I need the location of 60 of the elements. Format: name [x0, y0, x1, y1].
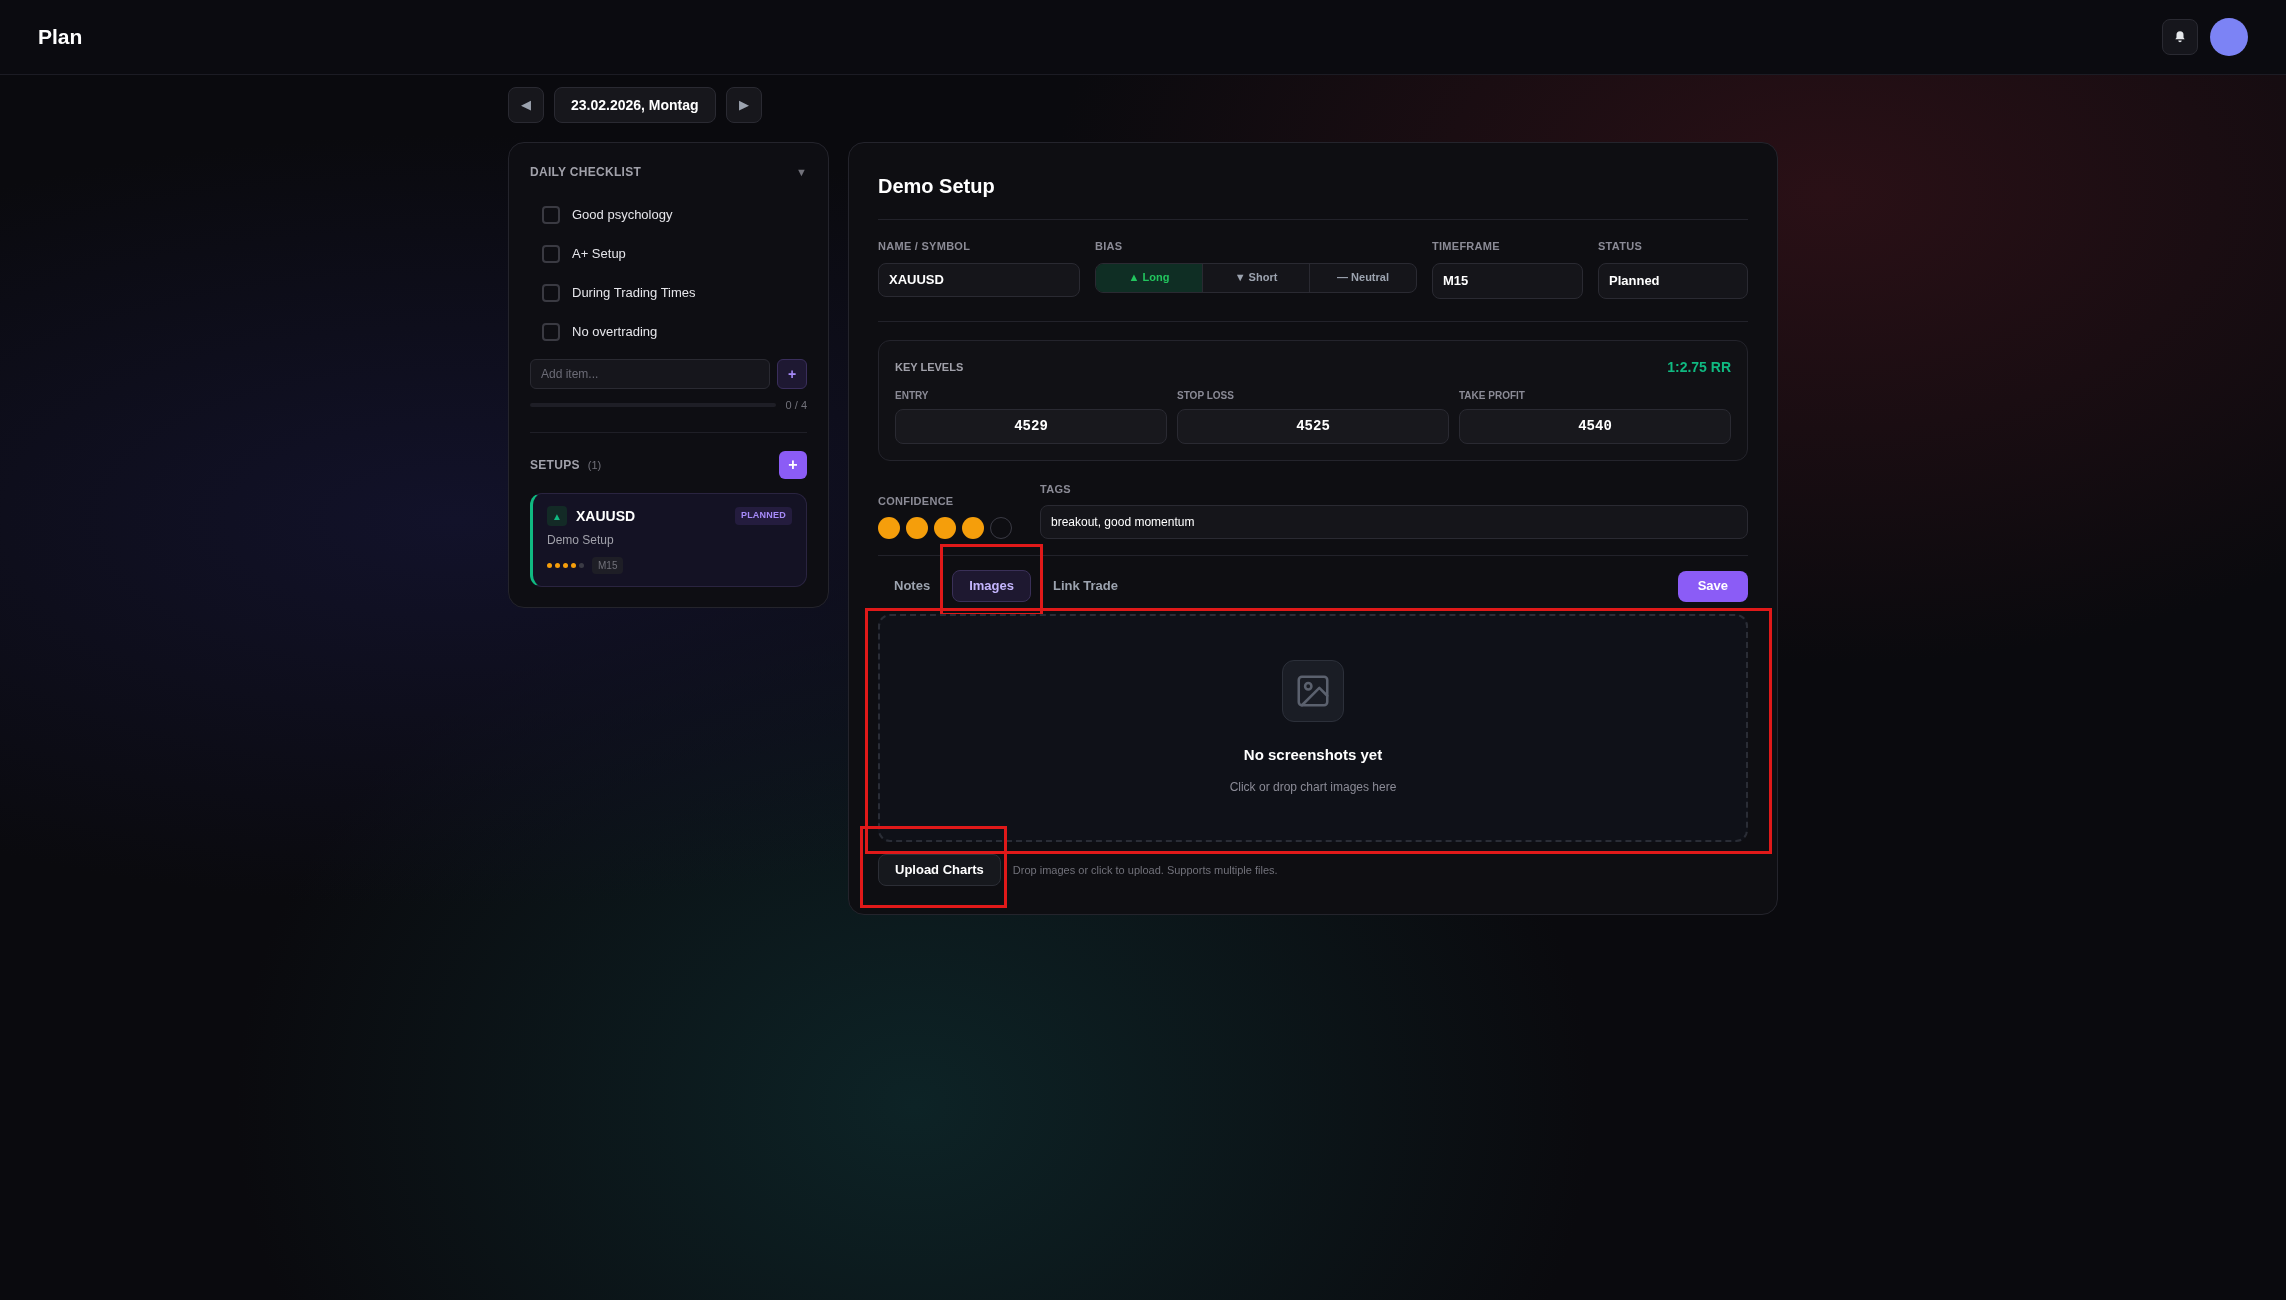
symbol-field[interactable]: XAUUSD: [878, 262, 1080, 297]
field-label: BIAS: [1095, 239, 1124, 254]
tags-field[interactable]: breakout, good momentum: [1040, 505, 1748, 539]
section-title: KEY LEVELS: [895, 359, 964, 375]
status-badge: PLANNED: [734, 507, 792, 525]
avatar[interactable]: [2210, 18, 2248, 56]
timeframe-tag: M15: [592, 556, 624, 574]
next-day-button[interactable]: ▶: [725, 87, 762, 123]
add-item-button[interactable]: +: [777, 359, 807, 389]
image-dropzone[interactable]: No screenshots yet Click or drop chart images here: [878, 614, 1748, 842]
bias-option[interactable]: ▼ Short: [1203, 263, 1310, 292]
upload-charts-button[interactable]: Upload Charts: [878, 854, 1001, 886]
direction-marker: ▲: [547, 506, 567, 526]
field-label: STATUS: [1598, 239, 1644, 254]
checkbox[interactable]: [542, 244, 560, 263]
save-button[interactable]: Save: [1677, 570, 1748, 602]
checkbox[interactable]: [542, 283, 560, 302]
empty-state-hint: Click or drop chart images here: [1229, 779, 1397, 797]
setup-card[interactable]: ▲ XAUUSD PLANNED Demo Setup M15: [530, 492, 807, 587]
price-field[interactable]: 4525: [1177, 408, 1449, 444]
collapse-toggle[interactable]: ▼: [796, 163, 807, 181]
checkbox[interactable]: [542, 205, 560, 224]
price-field[interactable]: 4529: [895, 408, 1167, 444]
status-field[interactable]: Planned: [1598, 262, 1748, 299]
section-title: SETUPS: [530, 456, 580, 474]
previous-day-button[interactable]: ◀: [508, 87, 544, 123]
empty-state-title: No screenshots yet: [1243, 744, 1383, 765]
timeframe-field[interactable]: M15: [1432, 262, 1583, 299]
field-label: TAKE PROFIT: [1459, 388, 1526, 403]
field-label: TIMEFRAME: [1432, 239, 1501, 254]
setup-title: Demo Setup: [878, 171, 1748, 220]
checkbox[interactable]: [542, 322, 560, 341]
setup-symbol: XAUUSD: [576, 506, 636, 526]
field-label: STOP LOSS: [1177, 388, 1235, 403]
notification-button[interactable]: [2162, 19, 2198, 55]
upload-hint: Drop images or click to upload. Supports multiple files.: [1012, 862, 1278, 878]
tab[interactable]: Images: [952, 570, 1031, 602]
tab[interactable]: Link Trade: [1036, 570, 1134, 602]
add-setup-button[interactable]: +: [779, 450, 807, 479]
field-label: CONFIDENCE: [878, 493, 955, 509]
field-label: ENTRY: [895, 388, 930, 403]
risk-reward-ratio: 1:2.75 RR: [1667, 357, 1731, 377]
bias-option[interactable]: ▲ Long: [1096, 263, 1203, 292]
date-display: 23.02.2026, Montag: [554, 87, 716, 123]
price-field[interactable]: 4540: [1459, 408, 1731, 444]
section-title: DAILY CHECKLIST: [530, 164, 642, 181]
page-title: Plan: [38, 24, 83, 51]
checklist-item-label: Good psychology: [572, 205, 673, 224]
checklist-item-label: No overtrading: [572, 322, 658, 341]
setup-count: (1): [587, 457, 602, 473]
setup-name: Demo Setup: [547, 531, 615, 549]
bias-option[interactable]: — Neutral: [1310, 263, 1416, 292]
checklist-item-label: During Trading Times: [572, 283, 696, 302]
bell-icon: [2173, 30, 2187, 44]
tab[interactable]: Notes: [878, 570, 947, 602]
add-item-field[interactable]: Add item...: [530, 359, 770, 389]
checklist-item-label: A+ Setup: [572, 244, 626, 263]
field-label: NAME / SYMBOL: [878, 239, 972, 254]
field-label: TAGS: [1040, 481, 1072, 497]
progress-count: 0 / 4: [785, 398, 807, 413]
